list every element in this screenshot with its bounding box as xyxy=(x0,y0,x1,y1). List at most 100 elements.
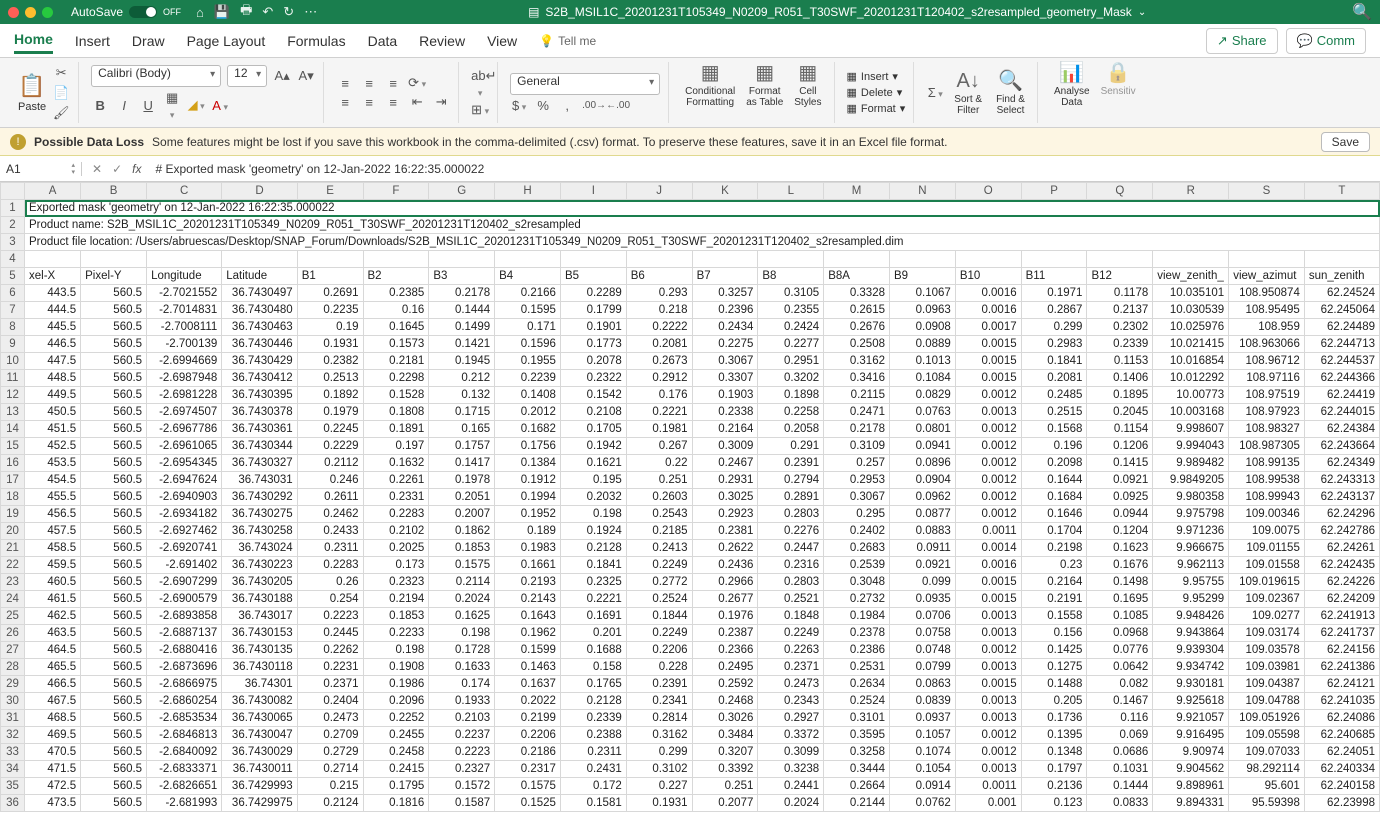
cell[interactable]: 0.069 xyxy=(1087,727,1153,744)
cell[interactable]: 0.0013 xyxy=(955,608,1021,625)
cell[interactable]: 0.267 xyxy=(626,438,692,455)
cell[interactable]: 36.7430327 xyxy=(222,455,297,472)
cell[interactable]: 0.1994 xyxy=(495,489,561,506)
row-header[interactable]: 34 xyxy=(1,761,25,778)
cell[interactable] xyxy=(758,251,824,268)
cell[interactable]: 108.98327 xyxy=(1229,421,1305,438)
cell[interactable]: 0.299 xyxy=(1021,319,1087,336)
cell[interactable]: 0.2732 xyxy=(824,591,890,608)
cell[interactable]: 0.2441 xyxy=(758,778,824,795)
cell[interactable]: 0.2355 xyxy=(758,302,824,319)
row-header[interactable]: 20 xyxy=(1,523,25,540)
cell[interactable]: -2.6840092 xyxy=(147,744,222,761)
cell[interactable]: 0.1924 xyxy=(560,523,626,540)
increase-font-icon[interactable]: A▴ xyxy=(273,68,291,84)
cell[interactable]: 36.7430029 xyxy=(222,744,297,761)
cell[interactable]: 0.2691 xyxy=(297,285,363,302)
cell[interactable]: 108.95495 xyxy=(1229,302,1305,319)
spreadsheet-grid[interactable]: ABCDEFGHIJKLMNOPQRST1Exported mask 'geom… xyxy=(0,182,1380,830)
cell[interactable]: 108.97519 xyxy=(1229,387,1305,404)
col-header-H[interactable]: H xyxy=(495,183,561,200)
cell[interactable]: 0.1895 xyxy=(1087,387,1153,404)
cell[interactable]: 108.959 xyxy=(1229,319,1305,336)
cell[interactable]: 0.2194 xyxy=(363,591,429,608)
cell[interactable]: 0.2007 xyxy=(429,506,495,523)
cell[interactable]: 0.2249 xyxy=(626,557,692,574)
cell[interactable]: 0.2193 xyxy=(495,574,561,591)
cell[interactable]: 0.2022 xyxy=(495,693,561,710)
row-header[interactable]: 8 xyxy=(1,319,25,336)
cell[interactable]: 109.03578 xyxy=(1229,642,1305,659)
cell[interactable]: 0.2164 xyxy=(1021,574,1087,591)
cell[interactable]: 452.5 xyxy=(25,438,81,455)
cell[interactable]: 109.01558 xyxy=(1229,557,1305,574)
minimize-window-icon[interactable] xyxy=(25,7,36,18)
cell[interactable]: 0.2249 xyxy=(626,625,692,642)
cell[interactable]: 0.2222 xyxy=(626,319,692,336)
cell[interactable]: 560.5 xyxy=(81,353,147,370)
cell[interactable]: 0.2951 xyxy=(758,353,824,370)
cell[interactable]: 0.1528 xyxy=(363,387,429,404)
cell[interactable]: 0.2434 xyxy=(692,319,758,336)
cell[interactable]: 446.5 xyxy=(25,336,81,353)
cell[interactable]: 0.205 xyxy=(1021,693,1087,710)
toggle-switch-icon[interactable] xyxy=(129,6,157,18)
cell[interactable]: 0.0012 xyxy=(955,506,1021,523)
col-header-T[interactable]: T xyxy=(1304,183,1379,200)
cell[interactable]: -2.6900579 xyxy=(147,591,222,608)
cell[interactable]: 0.2381 xyxy=(692,523,758,540)
cell[interactable]: 0.1525 xyxy=(495,795,561,812)
cell[interactable]: 0.0012 xyxy=(955,727,1021,744)
cell[interactable]: 0.172 xyxy=(560,778,626,795)
row-header[interactable]: 1 xyxy=(1,200,25,217)
cell[interactable]: 0.2803 xyxy=(758,506,824,523)
cell[interactable]: 62.24349 xyxy=(1304,455,1379,472)
cell[interactable]: 0.198 xyxy=(560,506,626,523)
cell[interactable]: -2.6981228 xyxy=(147,387,222,404)
save-as-button[interactable]: Save xyxy=(1321,132,1370,152)
cell[interactable]: 0.2263 xyxy=(758,642,824,659)
cell[interactable]: 464.5 xyxy=(25,642,81,659)
col-header-N[interactable]: N xyxy=(890,183,956,200)
row-header[interactable]: 30 xyxy=(1,693,25,710)
col-header-D[interactable]: D xyxy=(222,183,297,200)
cell[interactable]: 0.0012 xyxy=(955,489,1021,506)
cell[interactable]: 109.01155 xyxy=(1229,540,1305,557)
cell[interactable]: 560.5 xyxy=(81,506,147,523)
cell[interactable]: B4 xyxy=(495,268,561,285)
cell[interactable]: 0.1705 xyxy=(560,421,626,438)
cell[interactable]: 0.2513 xyxy=(297,370,363,387)
cell[interactable]: 0.3307 xyxy=(692,370,758,387)
cell[interactable]: 0.1572 xyxy=(429,778,495,795)
cell[interactable]: 0.1971 xyxy=(1021,285,1087,302)
wrap-text-icon[interactable]: ab↵ xyxy=(471,68,489,99)
cell[interactable]: 0.2164 xyxy=(692,421,758,438)
cell[interactable]: 109.00346 xyxy=(1229,506,1305,523)
cell[interactable]: 0.0012 xyxy=(955,438,1021,455)
cell[interactable]: 0.16 xyxy=(363,302,429,319)
cell[interactable]: 0.1013 xyxy=(890,353,956,370)
cell[interactable]: B1 xyxy=(297,268,363,285)
cell[interactable]: 0.1981 xyxy=(626,421,692,438)
cell[interactable]: 10.012292 xyxy=(1153,370,1229,387)
cell[interactable]: 0.2431 xyxy=(560,761,626,778)
cell[interactable]: 36.7430047 xyxy=(222,727,297,744)
cell[interactable]: 95.601 xyxy=(1229,778,1305,795)
cell[interactable]: 0.2531 xyxy=(824,659,890,676)
cell[interactable]: 0.0896 xyxy=(890,455,956,472)
cell[interactable]: 0.1797 xyxy=(1021,761,1087,778)
cell[interactable]: 0.1773 xyxy=(560,336,626,353)
cell[interactable]: 0.2388 xyxy=(560,727,626,744)
cell[interactable]: 0.0011 xyxy=(955,778,1021,795)
cell[interactable]: -2.6940903 xyxy=(147,489,222,506)
copy-icon[interactable]: 📄 xyxy=(52,85,70,101)
cell[interactable]: 458.5 xyxy=(25,540,81,557)
cell[interactable]: 0.0748 xyxy=(890,642,956,659)
cell[interactable]: 0.0013 xyxy=(955,404,1021,421)
cell[interactable]: 62.243313 xyxy=(1304,472,1379,489)
cell[interactable]: 560.5 xyxy=(81,625,147,642)
cell[interactable]: view_zenith_ xyxy=(1153,268,1229,285)
cell[interactable]: 0.174 xyxy=(429,676,495,693)
cell[interactable]: 455.5 xyxy=(25,489,81,506)
cell[interactable]: 0.0799 xyxy=(890,659,956,676)
